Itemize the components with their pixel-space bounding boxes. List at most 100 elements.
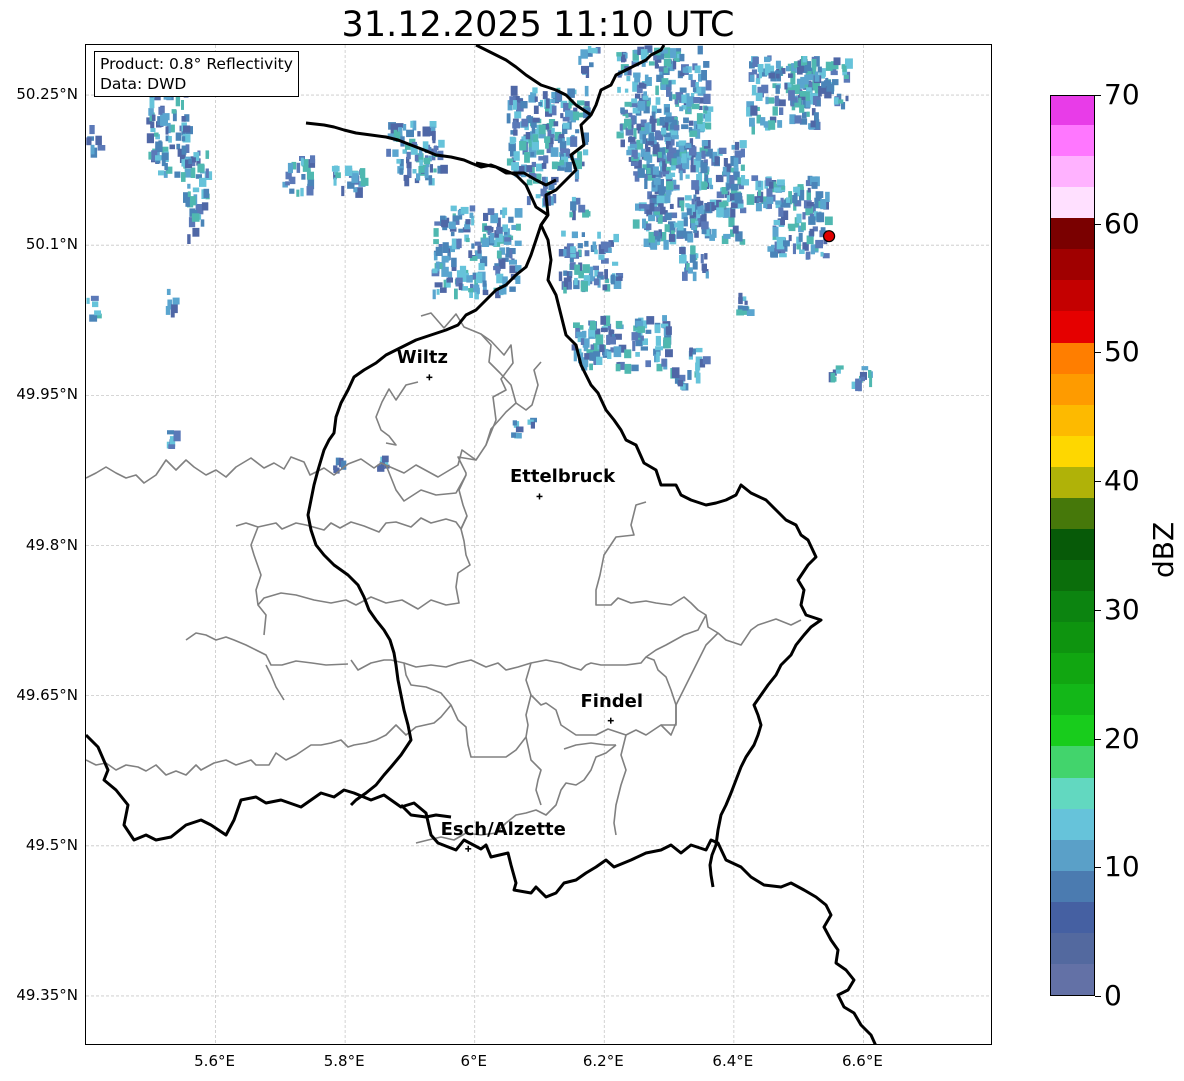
radar-echo-pixel <box>697 45 703 55</box>
colorbar-segment <box>1051 96 1094 126</box>
lat-tick-label: 49.5°N <box>25 835 78 854</box>
city-marker[interactable] <box>426 374 433 381</box>
radar-echo-pixel <box>451 238 457 250</box>
radar-echo-pixel <box>858 380 862 392</box>
radar-echo-pixel <box>538 156 546 161</box>
radar-echo-pixel <box>772 106 778 116</box>
radar-echo-pixel <box>150 121 155 129</box>
radar-echo-pixel <box>579 325 584 330</box>
radar-echo-pixel <box>769 181 774 189</box>
radar-echo-pixel <box>598 254 605 260</box>
radar-echo-pixel <box>532 117 540 123</box>
radar-echo-pixel <box>823 80 831 86</box>
colorbar-tick-label: 10 <box>1104 850 1140 884</box>
radar-echo-pixel <box>807 187 811 193</box>
radar-echo-pixel <box>634 75 641 83</box>
radar-echo-pixel <box>603 241 611 248</box>
radar-echo-pixel <box>192 187 200 193</box>
radar-echo-pixel <box>333 465 338 470</box>
city-marker[interactable] <box>465 845 472 852</box>
map-panel[interactable] <box>85 44 992 1045</box>
radar-echo-pixel <box>510 85 518 96</box>
radar-echo-pixel <box>512 420 517 426</box>
radar-echo-pixel <box>446 277 453 283</box>
radar-echo-pixel <box>825 191 830 202</box>
radar-echo-pixel <box>679 254 687 264</box>
radar-echo-pixel <box>809 228 815 236</box>
radar-echo-pixel <box>701 150 706 159</box>
radar-echo-pixel <box>402 124 407 131</box>
radar-echo-pixel <box>824 216 833 226</box>
radar-echo-pixel <box>404 175 410 187</box>
city-marker[interactable] <box>607 717 614 724</box>
radar-echo-pixel <box>570 253 576 258</box>
radar-echo-pixel <box>768 72 776 79</box>
colorbar-segment <box>1051 528 1094 561</box>
radar-echo-pixel <box>654 60 659 69</box>
radar-echo-pixel <box>673 125 680 131</box>
radar-echo-pixel <box>568 104 572 109</box>
radar-echo-pixel <box>551 161 558 170</box>
radar-echo-pixel <box>755 202 762 212</box>
radar-echo-pixel <box>533 105 539 114</box>
radar-echo-pixel <box>520 101 528 109</box>
radar-echo-pixel <box>509 286 516 292</box>
radar-echo-pixel <box>631 115 636 125</box>
radar-echo-pixel <box>512 122 520 129</box>
radar-echo-pixel <box>506 247 510 255</box>
colorbar-tick <box>1095 867 1101 869</box>
radar-echo-pixel <box>738 292 743 303</box>
radar-echo-pixel <box>816 99 821 107</box>
radar-echo-pixel <box>86 297 90 304</box>
colorbar-tick-label: 30 <box>1104 592 1140 626</box>
radar-echo-pixel <box>465 219 471 225</box>
radar-echo-pixel <box>205 150 209 159</box>
radar-echo-pixel <box>548 184 555 190</box>
radar-echo-pixel <box>481 238 490 247</box>
radar-echo-pixel <box>635 352 640 357</box>
colorbar-segment <box>1051 776 1094 809</box>
radar-echo-pixel <box>610 274 615 285</box>
city-marker[interactable] <box>536 493 543 500</box>
radar-echo-pixel <box>637 326 645 333</box>
radar-echo-pixel <box>187 234 191 244</box>
radar-echo-pixel <box>174 171 181 178</box>
radar-echo-pixel <box>700 254 704 264</box>
radar-echo-pixel <box>663 337 671 349</box>
radar-echo-pixel <box>482 289 489 296</box>
radar-echo-pixel <box>569 212 573 218</box>
radar-echo-pixel <box>535 194 541 199</box>
radar-echo-pixel <box>563 270 568 276</box>
radar-echo-pixel <box>150 128 156 133</box>
radar-echo-pixel <box>416 173 421 181</box>
radar-echo-pixel <box>835 365 844 370</box>
colorbar-segment <box>1051 683 1094 716</box>
radar-echo-pixel <box>663 154 667 159</box>
product-label: Product: 0.8° Reflectivity <box>100 55 293 73</box>
radar-echo-pixel <box>593 351 601 358</box>
radar-echo-pixel <box>541 162 547 169</box>
radar-echo-pixel <box>514 240 522 246</box>
radar-echo-pixel <box>473 284 480 292</box>
radar-echo-pixel <box>805 100 811 108</box>
radar-echo-pixel <box>412 169 417 174</box>
radar-echo-pixel <box>509 249 513 259</box>
radar-echo-pixel <box>466 275 473 283</box>
radar-echo-pixel <box>701 181 707 190</box>
radar-echo-pixel <box>680 204 685 212</box>
radar-echo-pixel <box>489 232 495 244</box>
radar-echo-pixel <box>504 237 512 242</box>
radar-echo-pixel <box>306 171 314 180</box>
radar-site-marker[interactable] <box>822 230 836 243</box>
radar-echo-pixel <box>726 183 730 191</box>
radar-echo-pixel <box>94 310 101 316</box>
radar-echo-pixel <box>607 351 612 359</box>
radar-echo-pixel <box>584 85 589 97</box>
radar-echo-pixel <box>434 282 443 288</box>
radar-echo-pixel <box>422 141 429 150</box>
radar-echo-pixel <box>722 166 727 175</box>
radar-echo-pixel <box>609 336 616 345</box>
radar-echo-pixel <box>633 149 638 159</box>
colorbar-tick <box>1095 996 1101 997</box>
radar-echo-pixel <box>538 124 546 135</box>
